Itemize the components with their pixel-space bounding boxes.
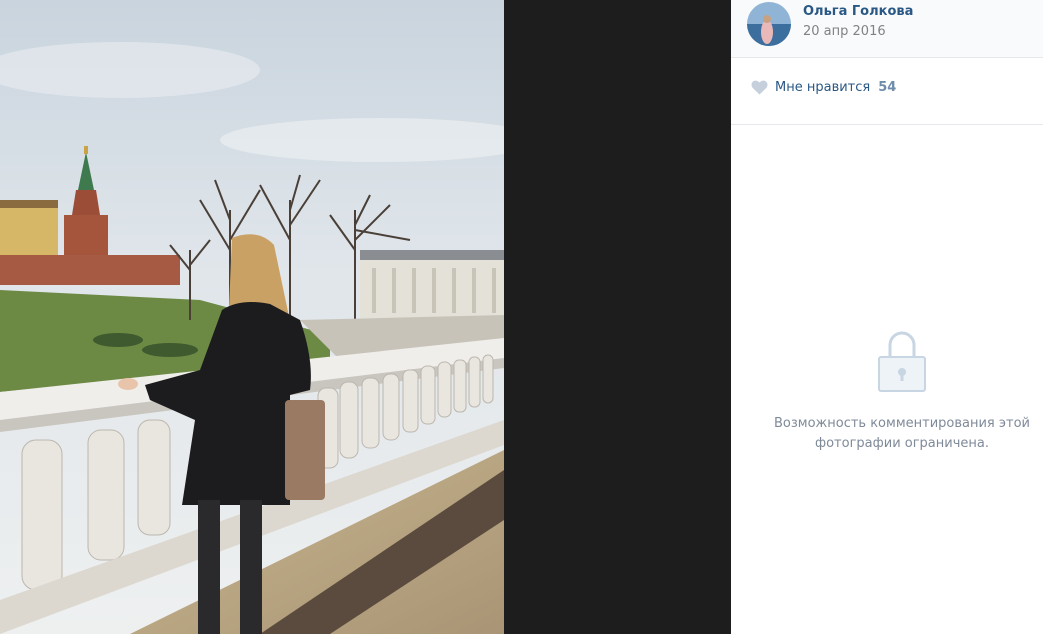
photo-image [0, 0, 504, 634]
likes-block: Мне нравится 54 [731, 58, 1043, 125]
avatar[interactable] [747, 2, 791, 46]
lock-icon [878, 331, 926, 392]
author-block: Ольга Голкова 20 апр 2016 [731, 0, 1043, 58]
photo-sidebar: Ольга Голкова 20 апр 2016 Мне нравится 5… [731, 0, 1043, 634]
avatar-image [747, 2, 791, 46]
restricted-message: Возможность комментирования этой фотогра… [773, 416, 1030, 451]
comments-restricted: Возможность комментирования этой фотогра… [731, 125, 1043, 634]
post-date[interactable]: 20 апр 2016 [803, 24, 886, 39]
photo-viewer [0, 0, 731, 634]
author-name[interactable]: Ольга Голкова [803, 4, 913, 19]
like-label: Мне нравится [775, 80, 871, 95]
like-count[interactable]: 54 [878, 80, 896, 95]
like-button[interactable]: Мне нравится 54 [751, 80, 896, 95]
photo[interactable] [0, 0, 504, 634]
heart-icon [751, 80, 768, 95]
